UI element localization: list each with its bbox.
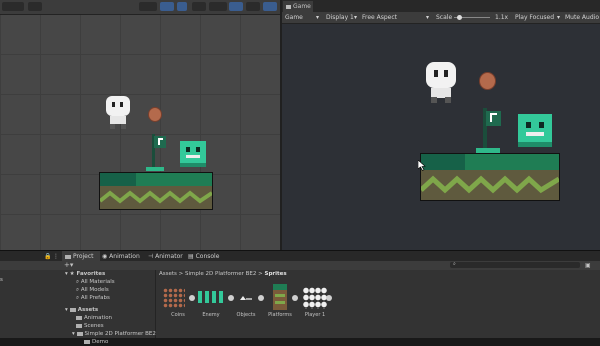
objects-thumbnail [240,294,252,300]
breadcrumb: Assets > Simple 2D Platformer BE2 > Spri… [159,271,287,277]
asset-folder[interactable]: Scenes [76,322,104,330]
favorites-header[interactable]: ▾ ★ Favorites [65,270,105,278]
asset-label: Enemy [202,312,220,318]
asset-label: Coins [171,312,185,318]
play-icon[interactable] [189,295,195,301]
hierarchy-row[interactable]: s [0,276,3,284]
scale-value: 1.1x [495,14,509,21]
asset-label: Objects [236,312,256,318]
search-input[interactable]: ⌕ [450,261,580,268]
toolbar-button[interactable] [139,2,157,11]
chevron-down-icon: ▾ [354,14,358,21]
favorite-item[interactable]: ⌕ All Prefabs [76,294,110,302]
coins-thumbnail [163,288,185,308]
folder-icon [65,254,71,259]
asset-folder[interactable]: Demo [84,338,108,346]
game-view[interactable] [282,12,600,250]
enemy-thumbnail [198,291,226,303]
hierarchy-pane[interactable]: s [0,270,63,338]
player-sprite[interactable] [104,96,132,130]
platform-sprite[interactable] [99,172,213,210]
toolbar-dropdown[interactable] [2,2,24,11]
play-icon[interactable] [326,295,332,301]
chevron-down-icon: ▾ [426,14,430,21]
player-sprite [424,62,458,104]
platform-sprite [420,153,560,201]
game-mode-dropdown[interactable]: Game [285,12,303,23]
play-icon[interactable] [228,295,234,301]
project-content[interactable]: Assets > Simple 2D Platformer BE2 > Spri… [156,270,600,338]
toolbar-toggle[interactable] [229,2,243,11]
display-dropdown[interactable]: Display 1 [326,12,354,23]
mouse-cursor-icon [418,160,426,171]
game-toolbar: Game ▾ Display 1 ▾ Free Aspect ▾ Scale 1… [282,12,600,24]
assets-header[interactable]: ▾ Assets [65,306,98,314]
enemy-sprite[interactable] [178,139,208,169]
aspect-dropdown[interactable]: Free Aspect [362,12,397,23]
checkpoint-flag [476,108,504,154]
folder-icon [84,339,90,344]
favorite-item[interactable]: ⌕ All Materials [76,278,115,286]
console-icon: ▤ [188,253,196,260]
breadcrumb-item[interactable]: Simple 2D Platformer BE2 [185,271,256,277]
play-icon[interactable] [292,295,298,301]
scale-slider[interactable] [454,15,490,20]
toolbar-dropdown[interactable] [209,2,227,11]
search-icon: ⌕ [453,261,456,267]
coin-sprite [479,72,496,90]
enemy-sprite [516,112,554,150]
filter-icon[interactable]: ▣ [585,261,591,270]
asset-folder[interactable]: Animation [76,314,112,322]
favorite-item[interactable]: ⌕ All Models [76,286,109,294]
scale-label: Scale [436,14,453,21]
game-icon [286,4,291,9]
scene-view[interactable] [0,0,280,250]
chevron-down-icon: ▾ [316,14,320,21]
folder-icon [76,331,83,336]
breadcrumb-item[interactable]: Sprites [264,271,286,277]
play-icon[interactable] [258,295,264,301]
breadcrumb-item[interactable]: Assets [159,271,177,277]
mute-audio-toggle[interactable]: Mute Audio [565,12,599,23]
scale-slider-handle[interactable] [457,15,462,20]
tab-game[interactable]: Game [283,1,313,12]
light-toggle-icon[interactable] [177,2,187,11]
player-thumbnail [303,287,327,309]
folder-icon [69,307,76,312]
toolbar-toggle[interactable] [160,2,174,11]
chevron-down-icon: ▾ [557,14,561,21]
game-tabbar [282,0,600,12]
platforms-thumbnail [273,284,287,310]
folder-icon [76,323,82,328]
asset-folder[interactable]: ▾ Simple 2D Platformer BE2 [72,330,156,338]
gizmos-icon[interactable] [263,2,277,11]
coin-sprite[interactable] [148,107,162,122]
toolbar-dropdown[interactable] [28,2,42,11]
add-button[interactable]: +▾ [64,261,73,270]
asset-label: Platforms [268,312,292,318]
scene-toolbar [0,0,280,15]
asset-label: Player 1 [304,312,326,318]
checkpoint-flag[interactable] [146,134,168,172]
toolbar-button[interactable] [192,2,206,11]
toolbar-dropdown[interactable] [246,2,260,11]
folder-icon [76,315,82,320]
play-mode-dropdown[interactable]: Play Focused [515,12,554,23]
project-tree[interactable]: ▾ ★ Favorites ⌕ All Materials ⌕ All Mode… [62,270,156,345]
